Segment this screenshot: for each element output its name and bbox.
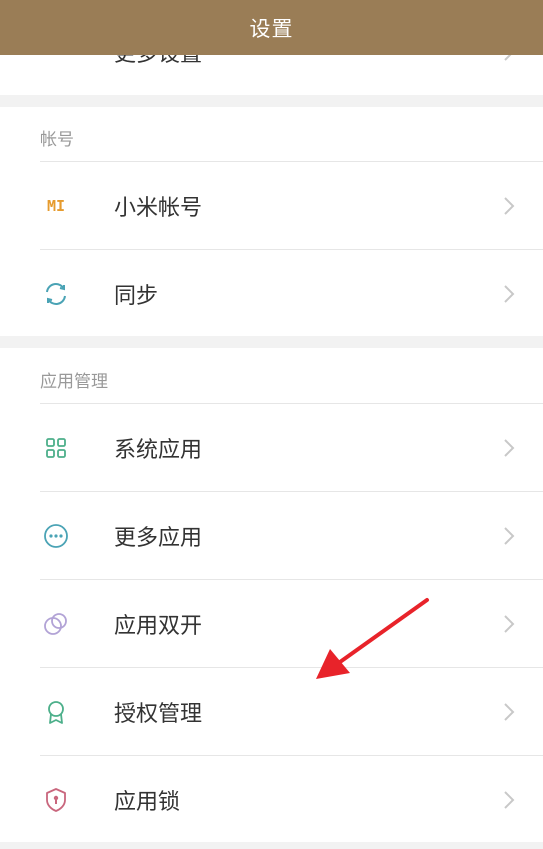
settings-item-app-lock[interactable]: 应用锁	[0, 756, 543, 844]
settings-item-label: 小米帐号	[114, 196, 203, 221]
settings-item-mi-account[interactable]: MI 小米帐号	[0, 162, 543, 250]
shield-lock-icon	[46, 788, 66, 812]
settings-item-label: 更多应用	[114, 526, 203, 551]
more-dots-icon	[44, 524, 68, 548]
chevron-right-icon	[504, 791, 515, 809]
badge-icon	[48, 701, 64, 724]
chevron-right-icon	[504, 527, 515, 545]
mi-logo-icon: MI	[46, 197, 66, 215]
settings-item-label: 应用锁	[114, 790, 181, 815]
account-section: 帐号 MI 小米帐号 同步	[0, 107, 543, 336]
chevron-right-icon	[504, 703, 515, 721]
section-title-account: 帐号	[40, 130, 74, 150]
title-bar: 设置	[0, 0, 543, 55]
chevron-right-icon	[504, 615, 515, 633]
settings-item-label: 系统应用	[114, 438, 203, 463]
chevron-right-icon	[504, 197, 515, 215]
settings-item-system-apps[interactable]: 系统应用	[0, 404, 543, 492]
settings-item-dual-apps[interactable]: 应用双开	[0, 580, 543, 668]
page-title: 设置	[249, 16, 294, 41]
settings-item-sync[interactable]: 同步	[0, 250, 543, 338]
sync-icon	[46, 283, 66, 305]
chevron-right-icon	[504, 439, 515, 457]
dual-apps-icon	[44, 613, 67, 635]
chevron-right-icon	[504, 285, 515, 303]
section-title-app-management: 应用管理	[40, 372, 108, 392]
settings-item-more-apps[interactable]: 更多应用	[0, 492, 543, 580]
app-management-section: 应用管理 系统应用 更多应用 应用双开 授权管理 应用锁	[0, 348, 543, 842]
settings-item-label: 同步	[114, 284, 159, 309]
settings-item-label: 授权管理	[114, 702, 203, 727]
settings-item-permissions[interactable]: 授权管理	[0, 668, 543, 756]
settings-item-label: 应用双开	[114, 614, 203, 639]
grid-apps-icon	[46, 438, 66, 458]
